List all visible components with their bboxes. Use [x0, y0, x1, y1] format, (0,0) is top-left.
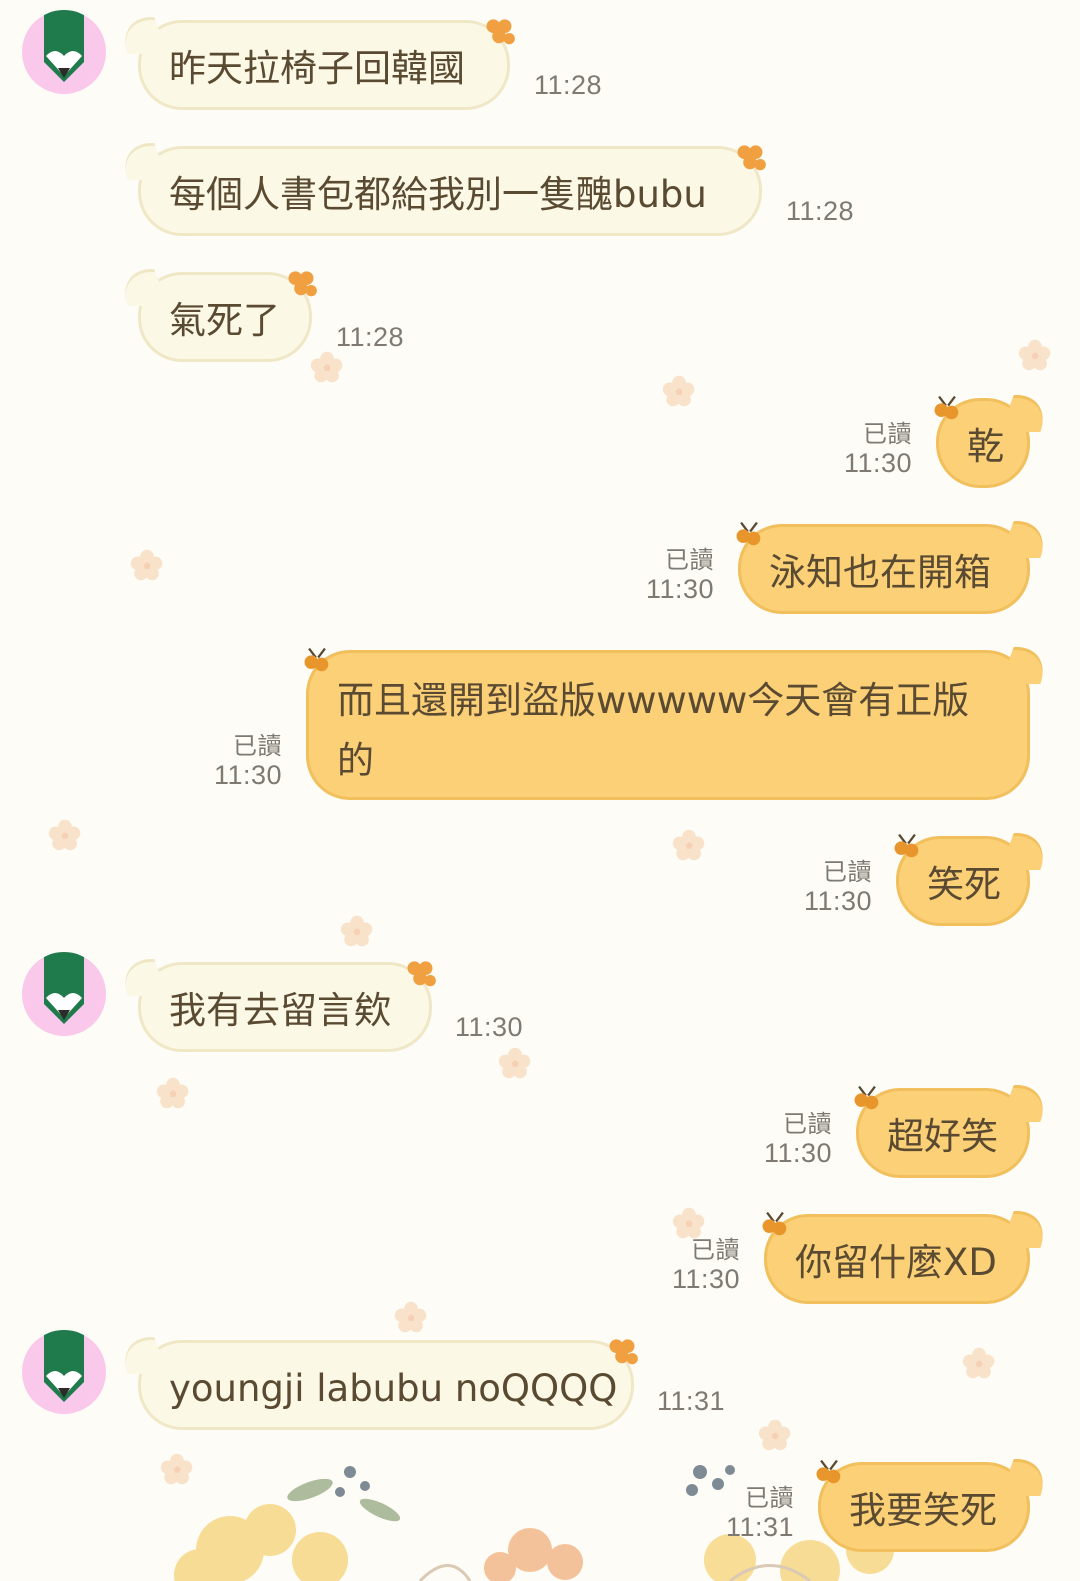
- flower-charm-icon: [854, 1085, 879, 1110]
- incoming-message-bubble[interactable]: 我有去留言欸: [138, 962, 432, 1052]
- outgoing-message-bubble[interactable]: 我要笑死: [818, 1462, 1030, 1552]
- message-time: 11:30: [843, 448, 912, 478]
- flower-charm-icon: [934, 395, 959, 420]
- flower-icon: [498, 1047, 531, 1079]
- flower-charm-icon: [894, 833, 919, 858]
- message-text: 昨天拉椅子回韓國: [169, 47, 465, 90]
- avatar[interactable]: [22, 1330, 106, 1414]
- flower-icon: [130, 549, 163, 581]
- flower-icon: [48, 819, 81, 851]
- flower-icon: [672, 829, 705, 861]
- message-text: 而且還開到盜版wwwww今天會有正版的: [337, 679, 970, 782]
- incoming-message-bubble[interactable]: 每個人書包都給我別一隻醜bubu: [138, 146, 762, 236]
- flower-charm-icon: [288, 271, 317, 297]
- read-receipt: 已讀: [233, 733, 282, 760]
- message-time: 11:28: [786, 196, 855, 226]
- message-text: 我要笑死: [849, 1489, 997, 1532]
- message-time: 11:30: [455, 1012, 524, 1042]
- read-receipt: 已讀: [863, 421, 912, 448]
- read-receipt: 已讀: [745, 1485, 794, 1512]
- flower-icon: [394, 1301, 427, 1333]
- flower-charm-icon: [407, 961, 436, 987]
- flower-icon: [662, 375, 695, 407]
- message-text: 你留什麼XD: [795, 1241, 997, 1284]
- outgoing-message-bubble[interactable]: 而且還開到盜版wwwww今天會有正版的: [306, 650, 1030, 800]
- flower-charm-icon: [304, 647, 329, 672]
- message-text: 超好笑: [887, 1115, 998, 1158]
- avatar[interactable]: [22, 10, 106, 94]
- flower-icon: [310, 351, 343, 383]
- read-receipt: 已讀: [823, 859, 872, 886]
- message-text: youngji labubu noQQQQ: [169, 1367, 618, 1410]
- green-pencil-heart-icon: [44, 10, 84, 82]
- avatar[interactable]: [22, 952, 106, 1036]
- message-time: 11:31: [657, 1386, 726, 1416]
- message-time: 11:30: [645, 574, 714, 604]
- outgoing-message-bubble[interactable]: 泳知也在開箱: [738, 524, 1030, 614]
- message-text: 乾: [967, 425, 1004, 468]
- green-pencil-heart-icon: [44, 1330, 84, 1402]
- flower-charm-icon: [486, 19, 515, 45]
- flower-icon: [340, 915, 373, 947]
- flower-charm-icon: [737, 145, 766, 171]
- message-time: 11:30: [763, 1138, 832, 1168]
- flower-charm-icon: [762, 1211, 787, 1236]
- incoming-message-bubble[interactable]: youngji labubu noQQQQ: [138, 1340, 634, 1430]
- flower-charm-icon: [816, 1459, 841, 1484]
- message-text: 每個人書包都給我別一隻醜bubu: [169, 173, 707, 216]
- message-text: 我有去留言欸: [169, 989, 391, 1032]
- message-time: 11:30: [671, 1264, 740, 1294]
- message-time: 11:28: [336, 322, 405, 352]
- flower-charm-icon: [609, 1339, 638, 1365]
- message-time: 11:31: [725, 1512, 794, 1542]
- read-receipt: 已讀: [691, 1237, 740, 1264]
- message-text: 泳知也在開箱: [769, 551, 991, 594]
- message-text: 氣死了: [169, 299, 280, 342]
- flower-icon: [962, 1347, 995, 1379]
- message-time: 11:28: [534, 70, 603, 100]
- outgoing-message-bubble[interactable]: 你留什麼XD: [764, 1214, 1030, 1304]
- incoming-message-bubble[interactable]: 昨天拉椅子回韓國: [138, 20, 510, 110]
- flower-icon: [1018, 339, 1051, 371]
- message-text: 笑死: [927, 863, 1001, 906]
- flower-icon: [156, 1077, 189, 1109]
- green-pencil-heart-icon: [44, 952, 84, 1024]
- read-receipt: 已讀: [665, 547, 714, 574]
- flower-icon: [758, 1419, 791, 1451]
- read-receipt: 已讀: [783, 1111, 832, 1138]
- flower-charm-icon: [736, 521, 761, 546]
- message-time: 11:30: [803, 886, 872, 916]
- message-time: 11:30: [213, 760, 282, 790]
